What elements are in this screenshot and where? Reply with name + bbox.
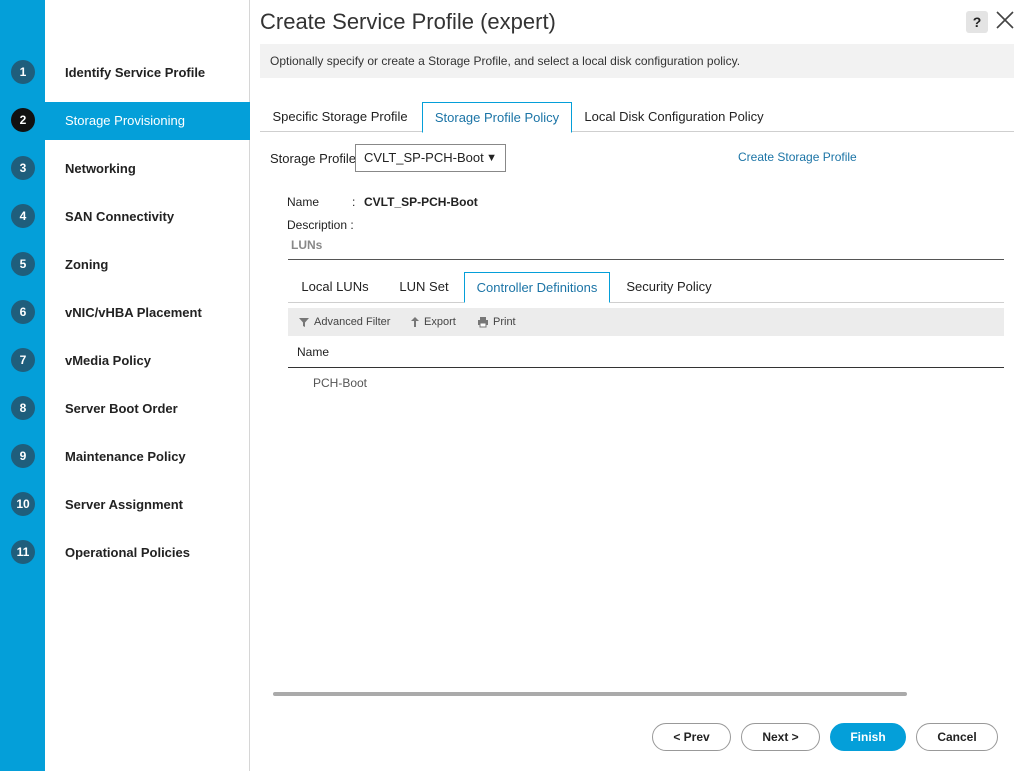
- step-server-boot-order[interactable]: Server Boot Order: [45, 390, 250, 428]
- step-server-assignment[interactable]: Server Assignment: [45, 486, 250, 524]
- tab-controller-definitions[interactable]: Controller Definitions: [464, 272, 610, 303]
- step-number-11: 11: [11, 540, 35, 564]
- step-vnic-vhba-placement[interactable]: vNIC/vHBA Placement: [45, 294, 250, 332]
- tab-lun-set[interactable]: LUN Set: [388, 272, 460, 303]
- caret-down-icon: ▼: [486, 152, 497, 164]
- print-label: Print: [493, 316, 516, 328]
- tab-local-luns[interactable]: Local LUNs: [288, 272, 382, 303]
- name-colon: :: [352, 195, 356, 209]
- luns-divider: [288, 259, 1004, 260]
- finish-button[interactable]: Finish: [830, 723, 906, 751]
- step-number-4: 4: [11, 204, 35, 228]
- close-icon[interactable]: [994, 9, 1016, 31]
- name-value: CVLT_SP-PCH-Boot: [364, 195, 478, 209]
- table-toolbar: Advanced Filter Export Print: [288, 308, 1004, 336]
- step-operational-policies[interactable]: Operational Policies: [45, 534, 250, 572]
- upload-arrow-icon: [411, 317, 419, 328]
- luns-heading: LUNs: [291, 238, 323, 252]
- tab-storage-profile-policy[interactable]: Storage Profile Policy: [422, 102, 572, 133]
- step-vmedia-policy[interactable]: vMedia Policy: [45, 342, 250, 380]
- subtab-bar: Local LUNs LUN Set Controller Definition…: [288, 272, 1004, 303]
- filter-icon: [299, 318, 309, 328]
- step-number-1: 1: [11, 60, 35, 84]
- step-number-7: 7: [11, 348, 35, 372]
- step-identify-service-profile[interactable]: Identify Service Profile: [45, 54, 250, 92]
- print-button[interactable]: Print: [477, 308, 516, 336]
- name-label: Name: [287, 195, 320, 209]
- export-label: Export: [424, 316, 456, 328]
- dialog-title: Create Service Profile (expert): [260, 9, 556, 34]
- tab-specific-storage-profile[interactable]: Specific Storage Profile: [260, 102, 420, 133]
- step-storage-provisioning[interactable]: Storage Provisioning: [45, 102, 250, 140]
- step-number-2: 2: [11, 108, 35, 132]
- help-button[interactable]: ?: [966, 11, 988, 33]
- description-label: Description :: [287, 218, 354, 232]
- dialog-content: Create Service Profile (expert) ? Option…: [250, 0, 1026, 771]
- step-number-10: 10: [11, 492, 35, 516]
- step-number-6: 6: [11, 300, 35, 324]
- next-button[interactable]: Next >: [741, 723, 820, 751]
- step-number-3: 3: [11, 156, 35, 180]
- description-banner: Optionally specify or create a Storage P…: [260, 44, 1014, 78]
- cancel-button[interactable]: Cancel: [916, 723, 998, 751]
- printer-icon: [478, 317, 488, 328]
- storage-profile-label: Storage Profile:: [270, 151, 360, 166]
- step-networking[interactable]: Networking: [45, 150, 250, 188]
- step-maintenance-policy[interactable]: Maintenance Policy: [45, 438, 250, 476]
- create-storage-profile-link[interactable]: Create Storage Profile: [738, 150, 857, 164]
- storage-profile-select[interactable]: CVLT_SP-PCH-Boot ▼: [355, 144, 506, 172]
- tab-local-disk-configuration-policy[interactable]: Local Disk Configuration Policy: [580, 102, 768, 133]
- table-row[interactable]: PCH-Boot: [288, 370, 1004, 396]
- advanced-filter-button[interactable]: Advanced Filter: [298, 308, 390, 336]
- step-number-5: 5: [11, 252, 35, 276]
- step-number-8: 8: [11, 396, 35, 420]
- tab-security-policy[interactable]: Security Policy: [618, 272, 720, 303]
- name-column-header[interactable]: Name: [288, 337, 1004, 368]
- tab-bar: Specific Storage Profile Storage Profile…: [260, 102, 1014, 133]
- horizontal-scrollbar[interactable]: [273, 692, 907, 696]
- advanced-filter-label: Advanced Filter: [314, 316, 391, 328]
- step-zoning[interactable]: Zoning: [45, 246, 250, 284]
- prev-button[interactable]: < Prev: [652, 723, 731, 751]
- storage-profile-selected: CVLT_SP-PCH-Boot: [364, 150, 484, 165]
- step-san-connectivity[interactable]: SAN Connectivity: [45, 198, 250, 236]
- step-number-9: 9: [11, 444, 35, 468]
- export-button[interactable]: Export: [410, 308, 456, 336]
